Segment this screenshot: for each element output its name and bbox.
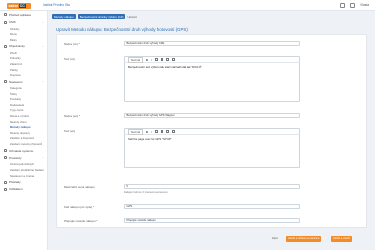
list-icon[interactable] [154, 58, 158, 61]
italic-icon[interactable]: I [151, 130, 152, 134]
italic-icon[interactable]: I [151, 58, 152, 62]
name-cs-label: Název (cs) * [64, 42, 80, 46]
sidebar-item-label: Objednávky [9, 44, 25, 49]
menu-icon [4, 44, 7, 48]
chevron-down-icon: ⌄ [41, 20, 44, 24]
sidebar-item-nastaveni[interactable]: Nastavení ⌄ [0, 78, 47, 85]
price-label: Maximální cena nákupu [64, 185, 95, 189]
style-select[interactable]: Normal [128, 56, 144, 63]
breadcrumb-item[interactable]: Metody nákupu [52, 14, 76, 20]
sidebar-item-eshop[interactable]: Objednávky ⌄ [0, 43, 47, 50]
code-label: Kód nákupu pro výdej * [64, 205, 94, 209]
help-icon[interactable] [350, 2, 356, 8]
top-bar: sabre CC Institut Prvniho Sta Vlasta [0, 0, 375, 11]
option-label: Přepojte metodu nákupu * [64, 219, 98, 223]
sidebar-item-protokol[interactable]: Protokoly ⌄ [0, 154, 47, 161]
save-close-button[interactable]: Uložit a zavřít [331, 236, 352, 242]
menu-icon [4, 20, 7, 24]
org-name: Institut Prvniho Sta [43, 3, 70, 7]
sidebar-item-preklady[interactable]: Překlady [0, 178, 47, 185]
sidebar-item-label: Uživatelé systému [9, 148, 34, 153]
breadcrumb: Metody nákupu Bezpečnostní stránky výběr… [52, 14, 137, 20]
sidebar-item-label: Přehled aplikace [9, 12, 32, 17]
text-cs-content[interactable]: Bezpečnostní text výběru tak stačí nahra… [125, 63, 299, 71]
breadcrumb-item[interactable]: Bezpečnostní stránky výběru (CZ) [77, 14, 126, 20]
table-icon[interactable] [172, 58, 176, 61]
link-icon[interactable] [160, 130, 164, 133]
sidebar-item-label: Protokoly [9, 155, 22, 160]
image-icon[interactable] [166, 130, 170, 133]
list-icon[interactable] [154, 130, 158, 133]
image-icon[interactable] [166, 58, 170, 61]
price-input[interactable]: 0 [124, 184, 300, 189]
sidebar-item-label: Překlady [9, 180, 21, 185]
chevron-down-icon: ⌄ [41, 80, 44, 84]
text-cs-label: Text (cs) [64, 57, 75, 61]
text-en-label: Text (en) [64, 129, 76, 133]
name-en-input[interactable]: Bezpečnostní druh výhody GPS Wagner [124, 113, 300, 118]
sidebar-item-cms[interactable]: CMS ⌄ [0, 18, 47, 25]
sidebar-item-prehled[interactable]: Přehled aplikace [0, 11, 47, 18]
chevron-down-icon: ⌄ [41, 44, 44, 48]
name-en-label: Název (en) * [64, 114, 81, 118]
sidebar-item-label: Nastavení [9, 79, 23, 84]
message-icon[interactable] [340, 2, 346, 8]
bold-icon[interactable]: B [146, 130, 148, 134]
code-input[interactable]: GPS [124, 204, 300, 209]
text-en-content[interactable]: Sell the page over for GPS "STOP" [125, 135, 299, 143]
page-title: Upravit Metodu nákupu: Bezpečnostní druh… [56, 27, 188, 32]
style-select[interactable]: Normal [128, 128, 144, 135]
breadcrumb-item: Upravit [127, 14, 137, 19]
back-button[interactable]: Zpět [270, 236, 280, 242]
menu-icon [4, 180, 7, 184]
name-cs-input[interactable]: Bezpečnostní druh výhody CZE [124, 41, 300, 46]
sidebar-item-uzivatele[interactable]: Uživatelé systému [0, 147, 47, 154]
bold-icon[interactable]: B [146, 58, 148, 62]
sidebar-item-logout[interactable]: Odhlášení [0, 186, 47, 193]
sidebar: Přehled aplikace CMS ⌄ Stránky Menu Bloky Obje… [0, 11, 48, 250]
text-cs-editor[interactable]: Normal BI Bezpečnostní text výběru tak s… [124, 56, 300, 102]
price-hint: Zadejte hodnotu. 0 znamená neomezeno [124, 191, 168, 194]
menu-icon [4, 80, 7, 84]
chevron-down-icon: ⌄ [41, 156, 44, 160]
text-en-editor[interactable]: Normal BI Sell the page over for GPS "ST… [124, 128, 300, 168]
menu-icon [4, 149, 7, 153]
menu-icon [4, 156, 7, 160]
save-stay-button[interactable]: Uložit a zůstat na stránce [286, 236, 322, 242]
link-icon[interactable] [160, 58, 164, 61]
app-logo[interactable]: sabre CC [7, 2, 31, 9]
menu-icon [4, 13, 7, 17]
menu-icon [4, 187, 7, 191]
edit-form: Název (cs) * Bezpečnostní druh výhody CZ… [56, 34, 367, 228]
option-select[interactable]: Přepojte metodu nákupu [124, 218, 300, 223]
sidebar-item-label: Odhlášení [9, 187, 23, 192]
user-menu[interactable]: Vlasta [360, 3, 369, 7]
sidebar-item-label: CMS [9, 20, 16, 25]
table-icon[interactable] [172, 130, 176, 133]
